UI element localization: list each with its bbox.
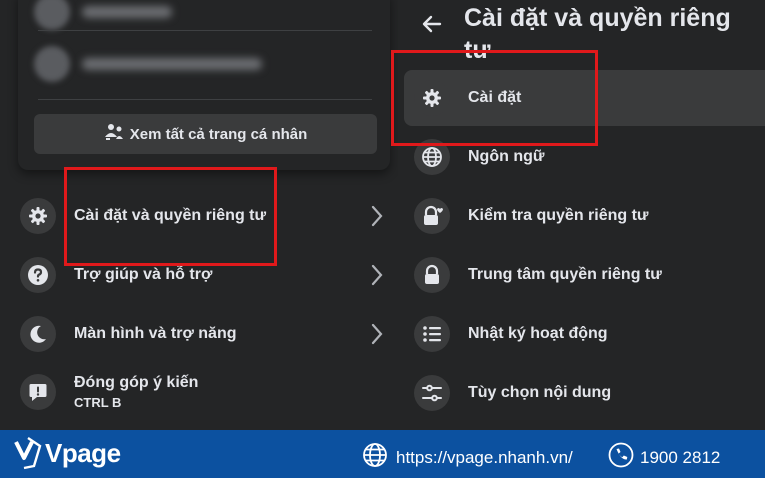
vpage-footer-banner: Vpage https://vpage.nhanh.vn/ 1900 2812 — [0, 430, 765, 478]
menu-item-label: Màn hình và trợ năng — [74, 325, 237, 342]
avatar — [34, 0, 70, 30]
card-divider — [38, 99, 372, 100]
profile-row-blurred[interactable] — [34, 0, 172, 30]
list-icon — [414, 316, 450, 352]
settings-item-label: Kiểm tra quyền riêng tư — [468, 207, 649, 224]
brand-logo: Vpage — [12, 436, 121, 470]
vpage-logo-icon — [14, 437, 42, 470]
chevron-right-icon — [370, 204, 384, 233]
highlight-box — [64, 167, 277, 266]
moon-icon — [20, 316, 56, 352]
menu-item-label: Đóng góp ý kiến — [74, 374, 199, 391]
phone-number: 1900 2812 — [640, 447, 721, 467]
settings-item-label: Nhật ký hoạt động — [468, 325, 608, 342]
profile-switcher-card: Xem tất cả trang cá nhân — [18, 0, 390, 170]
menu-item-display-accessibility[interactable]: Màn hình và trợ năng — [20, 310, 392, 358]
see-all-profiles-label: Xem tất cả trang cá nhân — [129, 125, 308, 143]
settings-item-privacy-checkup[interactable]: Kiểm tra quyền riêng tư — [404, 188, 765, 244]
keyboard-shortcut: CTRL B — [74, 395, 122, 410]
settings-item-privacy-center[interactable]: Trung tâm quyền riêng tư — [404, 247, 765, 303]
chevron-right-icon — [370, 263, 384, 292]
blurred-name — [82, 6, 172, 18]
website-url: https://vpage.nhanh.vn/ — [396, 447, 573, 467]
globe-icon — [362, 442, 388, 473]
help-icon — [20, 257, 56, 293]
see-all-profiles-button[interactable]: Xem tất cả trang cá nhân — [34, 114, 377, 154]
card-divider — [38, 30, 372, 31]
settings-item-label: Tùy chọn nội dung — [468, 384, 612, 401]
brand-name: Vpage — [45, 437, 121, 468]
profiles-icon — [104, 123, 124, 145]
menu-item-give-feedback[interactable]: Đóng góp ý kiến CTRL B — [20, 368, 392, 416]
phone-icon — [608, 442, 634, 473]
lock-icon — [414, 257, 450, 293]
blurred-name — [82, 58, 262, 70]
avatar — [34, 46, 70, 82]
gear-icon — [20, 198, 56, 234]
lock-heart-icon — [414, 198, 450, 234]
back-arrow-icon[interactable] — [420, 12, 444, 41]
sliders-icon — [414, 375, 450, 411]
settings-item-content-preferences[interactable]: Tùy chọn nội dung — [404, 365, 765, 421]
facebook-menu-screen: Xem tất cả trang cá nhân Cài đặt và quyề… — [0, 0, 765, 430]
hotline[interactable]: 1900 2812 — [608, 442, 720, 473]
menu-item-label: Trợ giúp và hỗ trợ — [74, 266, 213, 283]
feedback-icon — [20, 374, 56, 410]
website-link[interactable]: https://vpage.nhanh.vn/ — [362, 442, 573, 473]
settings-item-activity-log[interactable]: Nhật ký hoạt động — [404, 306, 765, 362]
settings-item-label: Trung tâm quyền riêng tư — [468, 266, 662, 283]
highlight-box — [391, 50, 598, 146]
settings-item-label: Ngôn ngữ — [468, 148, 545, 165]
profile-row-blurred[interactable] — [34, 46, 262, 82]
chevron-right-icon — [370, 322, 384, 351]
